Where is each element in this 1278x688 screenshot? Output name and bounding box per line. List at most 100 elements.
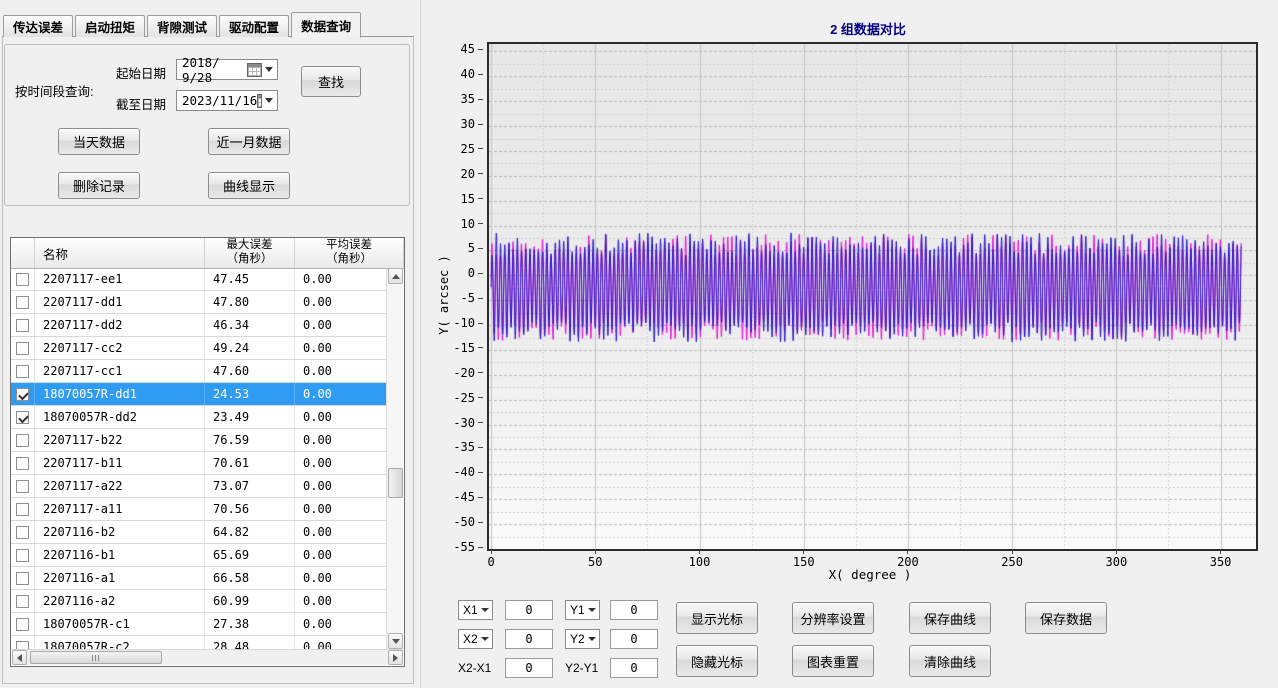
curve-display-button[interactable]: 曲线显示 <box>208 172 290 199</box>
today-data-button[interactable]: 当天数据 <box>58 128 140 155</box>
last-month-data-button[interactable]: 近一月数据 <box>208 128 290 155</box>
scroll-right-button[interactable] <box>388 650 403 665</box>
row-avg-error: 0.00 <box>295 636 387 649</box>
x-tick-label: 0 <box>471 550 511 569</box>
row-checkbox[interactable] <box>16 319 29 332</box>
scroll-up-button[interactable] <box>388 268 403 284</box>
row-max-error: 60.99 <box>205 590 295 612</box>
row-checkbox[interactable] <box>16 457 29 470</box>
table-row[interactable]: 2207116-b264.820.00 <box>11 521 387 544</box>
end-date-value: 2023/11/16 <box>177 93 257 108</box>
row-checkbox[interactable] <box>16 388 29 401</box>
header-checkbox-column <box>11 238 35 268</box>
row-max-error: 28.48 <box>205 636 295 649</box>
row-checkbox[interactable] <box>16 434 29 447</box>
table-row[interactable]: 18070057R-c127.380.00 <box>11 613 387 636</box>
row-name: 2207117-b22 <box>35 429 205 451</box>
tab-item[interactable]: 数据查询 <box>291 12 361 38</box>
row-checkbox[interactable] <box>16 618 29 631</box>
row-avg-error: 0.00 <box>295 314 387 336</box>
y1-cursor-select[interactable]: Y1 <box>565 600 600 620</box>
row-checkbox[interactable] <box>16 572 29 585</box>
dy-value-field[interactable] <box>610 658 658 678</box>
row-checkbox[interactable] <box>16 526 29 539</box>
table-row[interactable]: 2207116-b165.690.00 <box>11 544 387 567</box>
table-row[interactable]: 2207117-b2276.590.00 <box>11 429 387 452</box>
row-checkbox[interactable] <box>16 595 29 608</box>
vertical-scrollbar[interactable] <box>386 268 403 649</box>
chevron-down-icon[interactable] <box>265 67 273 72</box>
x1-value-field[interactable] <box>505 600 553 620</box>
row-name: 2207117-dd2 <box>35 314 205 336</box>
tab-item[interactable]: 启动扭矩 <box>75 15 145 37</box>
header-avg-error: 平均误差 （角秒） <box>295 238 404 268</box>
row-name: 18070057R-dd1 <box>35 383 205 405</box>
row-checkbox[interactable] <box>16 296 29 309</box>
y2-value-field[interactable] <box>610 629 658 649</box>
table-row[interactable]: 2207117-a1170.560.00 <box>11 498 387 521</box>
table-row[interactable]: 18070057R-dd223.490.00 <box>11 406 387 429</box>
resolution-settings-button[interactable]: 分辨率设置 <box>792 602 874 634</box>
table-row[interactable]: 2207117-dd246.340.00 <box>11 314 387 337</box>
table-row[interactable]: 2207117-cc147.600.00 <box>11 360 387 383</box>
dx-label: X2-X1 <box>458 661 491 675</box>
y-tick-label: 45 <box>443 42 483 56</box>
show-cursor-button[interactable]: 显示光标 <box>676 602 758 634</box>
scroll-down-button[interactable] <box>388 633 403 649</box>
chevron-down-icon[interactable] <box>265 98 273 103</box>
save-curve-button[interactable]: 保存曲线 <box>909 602 991 634</box>
table-row[interactable]: 2207116-a260.990.00 <box>11 590 387 613</box>
row-checkbox[interactable] <box>16 411 29 424</box>
waveform-canvas[interactable] <box>489 44 1256 549</box>
y1-value-field[interactable] <box>610 600 658 620</box>
table-row[interactable]: 2207117-b1170.610.00 <box>11 452 387 475</box>
row-name: 2207117-ee1 <box>35 268 205 290</box>
x2-value-field[interactable] <box>505 629 553 649</box>
plot-area[interactable] <box>487 42 1258 551</box>
x1-cursor-select[interactable]: X1 <box>458 600 493 620</box>
row-checkbox[interactable] <box>16 342 29 355</box>
start-date-label: 起始日期 <box>116 63 166 82</box>
table-row[interactable]: 2207117-ee147.450.00 <box>11 268 387 291</box>
table-row[interactable]: 2207117-a2273.070.00 <box>11 475 387 498</box>
row-checkbox[interactable] <box>16 503 29 516</box>
end-date-picker[interactable]: 2023/11/16 <box>176 90 278 111</box>
dx-value-field[interactable] <box>505 658 553 678</box>
tab-item[interactable]: 传达误差 <box>3 15 73 37</box>
y-tick-label: -30 <box>443 416 483 430</box>
row-avg-error: 0.00 <box>295 567 387 589</box>
row-name: 2207116-a1 <box>35 567 205 589</box>
chart-reset-button[interactable]: 图表重置 <box>792 645 874 677</box>
chart-panel: 2 组数据对比 Y( arcsec ) X( degree ) X1 Y1 X2… <box>422 0 1278 688</box>
calendar-icon <box>257 94 262 108</box>
table-row[interactable]: 2207116-a166.580.00 <box>11 567 387 590</box>
scroll-left-button[interactable] <box>12 650 27 665</box>
row-avg-error: 0.00 <box>295 590 387 612</box>
table-row[interactable]: 2207117-dd147.800.00 <box>11 291 387 314</box>
tab-item[interactable]: 背隙测试 <box>147 15 217 37</box>
clear-curve-button[interactable]: 清除曲线 <box>909 645 991 677</box>
horizontal-scrollbar[interactable] <box>12 649 403 665</box>
row-max-error: 70.56 <box>205 498 295 520</box>
row-checkbox[interactable] <box>16 365 29 378</box>
search-button[interactable]: 查找 <box>301 66 361 97</box>
horizontal-scroll-thumb[interactable] <box>30 651 162 664</box>
save-data-button[interactable]: 保存数据 <box>1025 602 1107 634</box>
x2-cursor-select[interactable]: X2 <box>458 629 493 649</box>
row-checkbox[interactable] <box>16 480 29 493</box>
row-checkbox[interactable] <box>16 549 29 562</box>
tab-item[interactable]: 驱动配置 <box>219 15 289 37</box>
delete-record-button[interactable]: 删除记录 <box>58 172 140 199</box>
table-row[interactable]: 2207117-cc249.240.00 <box>11 337 387 360</box>
row-checkbox[interactable] <box>16 641 29 650</box>
y-tick-label: -40 <box>443 465 483 479</box>
vertical-scroll-thumb[interactable] <box>388 468 403 498</box>
y2-cursor-select[interactable]: Y2 <box>565 629 600 649</box>
row-checkbox[interactable] <box>16 273 29 286</box>
table-row[interactable]: 18070057R-dd124.530.00 <box>11 383 387 406</box>
table-row[interactable]: 18070057R-c228.480.00 <box>11 636 387 649</box>
row-max-error: 46.34 <box>205 314 295 336</box>
y-tick-label: -25 <box>443 391 483 405</box>
hide-cursor-button[interactable]: 隐藏光标 <box>676 645 758 677</box>
start-date-picker[interactable]: 2018/ 9/28 <box>176 59 278 80</box>
